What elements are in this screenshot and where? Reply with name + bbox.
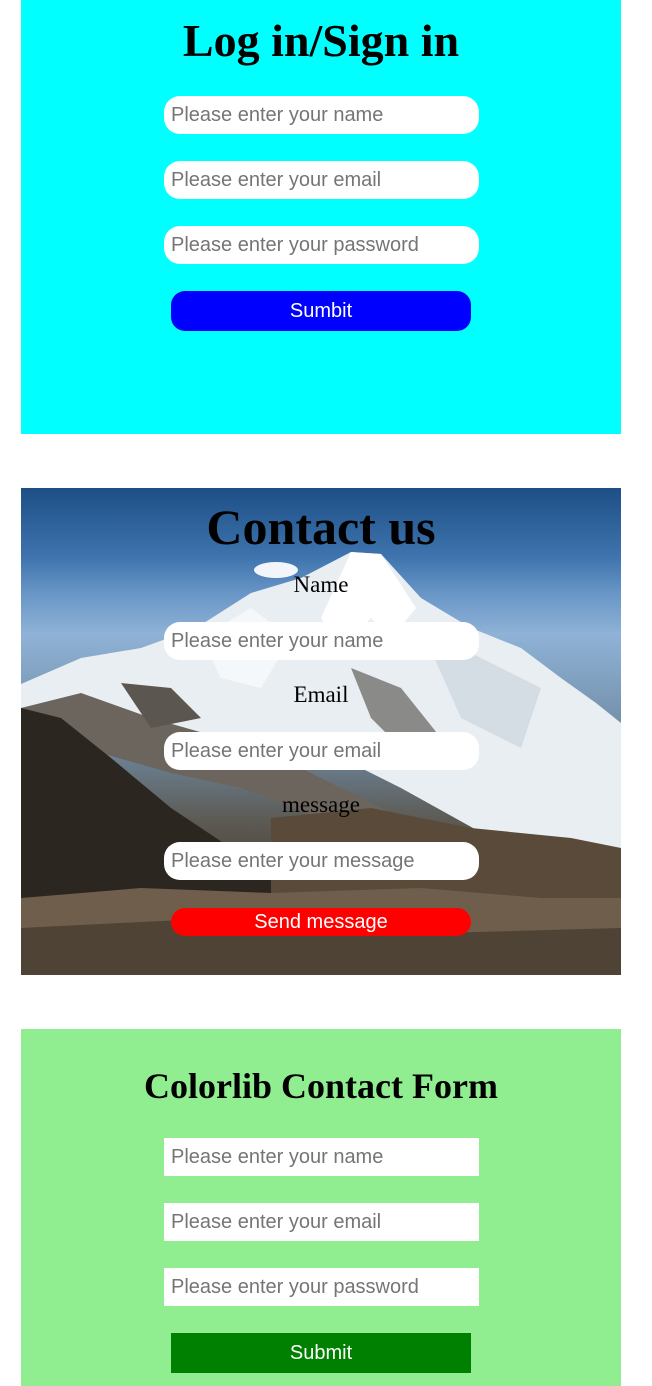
contact-form-panel: Contact us Name Email message Send messa… <box>21 488 621 975</box>
colorlib-email-input[interactable] <box>164 1203 479 1241</box>
contact-name-input[interactable] <box>164 622 479 660</box>
colorlib-title: Colorlib Contact Form <box>144 1066 498 1106</box>
contact-message-label: message <box>282 792 360 817</box>
contact-email-input[interactable] <box>164 732 479 770</box>
contact-name-label: Name <box>293 572 349 597</box>
login-submit-button[interactable]: Sumbit <box>171 291 471 331</box>
login-email-input[interactable] <box>164 161 479 199</box>
login-title: Log in/Sign in <box>182 15 460 66</box>
contact-message-input[interactable] <box>164 842 479 880</box>
colorlib-password-input[interactable] <box>164 1268 479 1306</box>
colorlib-name-input[interactable] <box>164 1138 479 1176</box>
login-name-input[interactable] <box>164 96 479 134</box>
send-message-button[interactable]: Send message <box>171 908 471 936</box>
colorlib-submit-button[interactable]: Submit <box>171 1333 471 1373</box>
login-password-input[interactable] <box>164 226 479 264</box>
login-form-panel: Log in/Sign in Sumbit <box>21 0 621 434</box>
contact-title: Contact us <box>206 499 436 555</box>
contact-email-label: Email <box>293 682 349 707</box>
colorlib-form-panel: Colorlib Contact Form Submit <box>21 1029 621 1386</box>
